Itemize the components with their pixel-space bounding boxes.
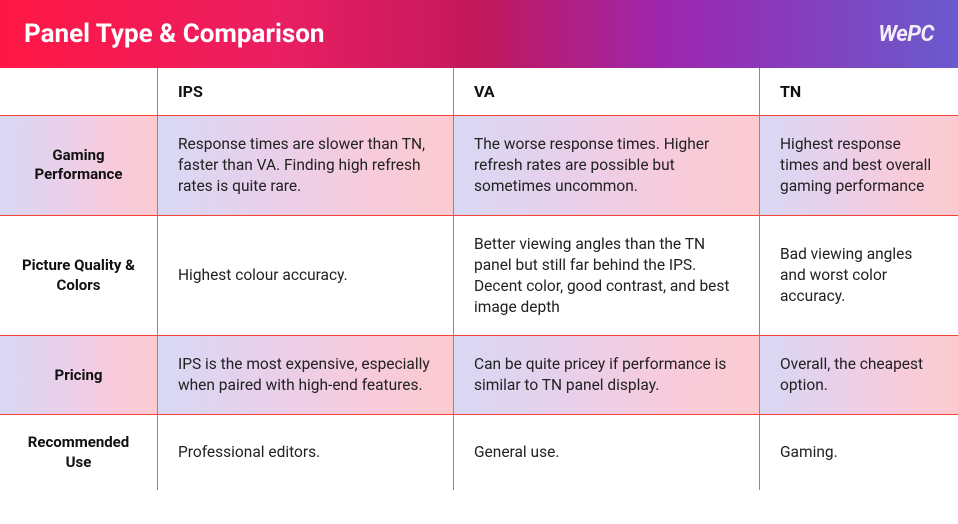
cell-gaming-ips: Response times are slower than TN, faste… bbox=[158, 115, 454, 216]
cell-pricing-va: Can be quite pricey if performance is si… bbox=[454, 335, 760, 415]
column-header-ips: IPS bbox=[158, 68, 454, 115]
row-label-pricing: Pricing bbox=[0, 335, 158, 415]
row-label-gaming: Gaming Performance bbox=[0, 115, 158, 216]
row-label-use: Recommended Use bbox=[0, 415, 158, 490]
cell-pricing-ips: IPS is the most expensive, especially wh… bbox=[158, 335, 454, 415]
header-bar: Panel Type & Comparison WePC bbox=[0, 0, 958, 68]
brand-logo: WePC bbox=[878, 22, 934, 47]
cell-use-va: General use. bbox=[454, 415, 760, 490]
cell-gaming-va: The worse response times. Higher refresh… bbox=[454, 115, 760, 216]
cell-use-tn: Gaming. bbox=[760, 415, 958, 490]
cell-pricing-tn: Overall, the cheapest option. bbox=[760, 335, 958, 415]
page-title: Panel Type & Comparison bbox=[24, 19, 324, 49]
column-header-va: VA bbox=[454, 68, 760, 115]
comparison-table: IPS VA TN Gaming Performance Response ti… bbox=[0, 68, 958, 490]
row-label-picture: Picture Quality & Colors bbox=[0, 216, 158, 336]
cell-use-ips: Professional editors. bbox=[158, 415, 454, 490]
cell-picture-tn: Bad viewing angles and worst color accur… bbox=[760, 216, 958, 336]
cell-gaming-tn: Highest response times and best overall … bbox=[760, 115, 958, 216]
cell-picture-ips: Highest colour accuracy. bbox=[158, 216, 454, 336]
cell-picture-va: Better viewing angles than the TN panel … bbox=[454, 216, 760, 336]
header-empty bbox=[0, 68, 158, 115]
column-header-tn: TN bbox=[760, 68, 958, 115]
